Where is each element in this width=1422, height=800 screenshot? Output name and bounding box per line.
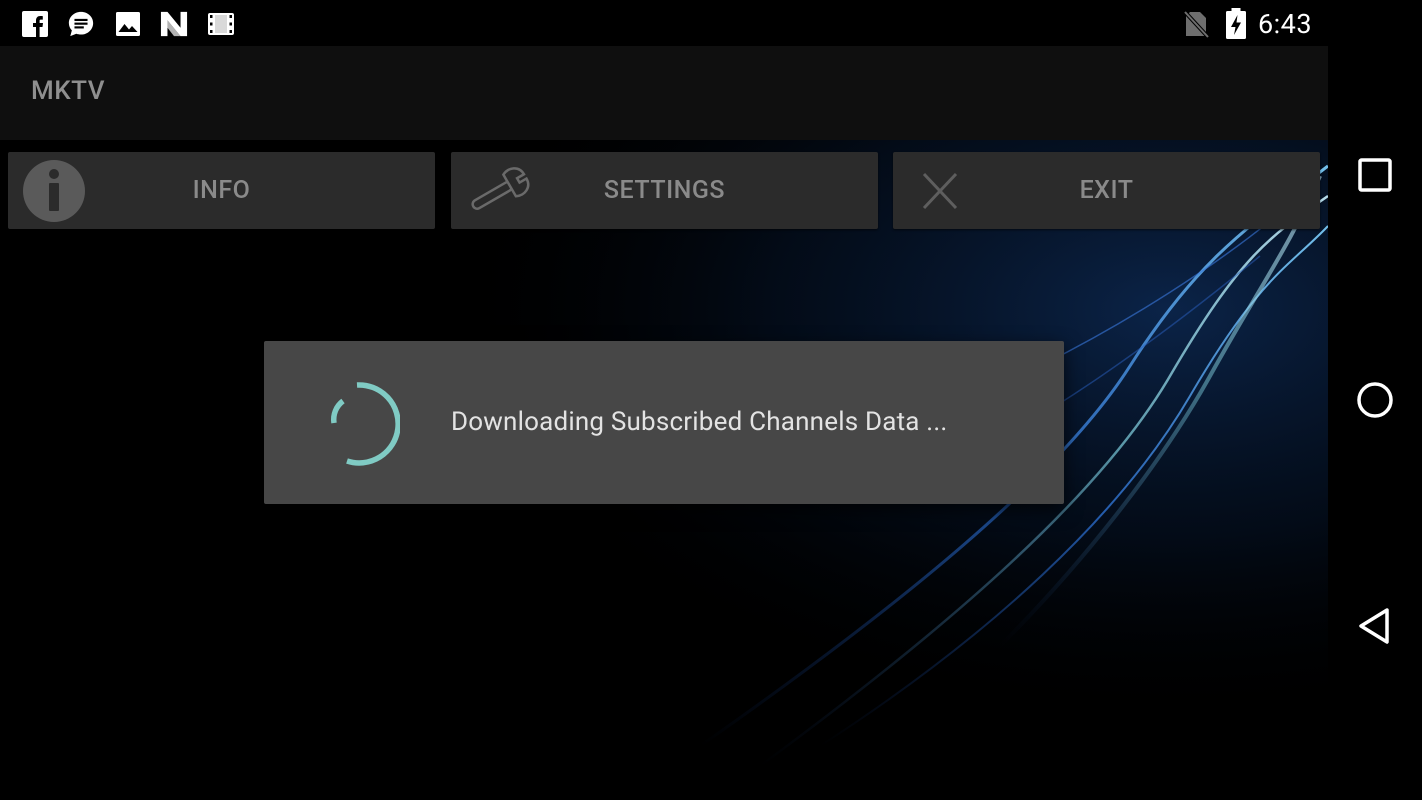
navigation-bar <box>1328 0 1422 800</box>
no-sim-icon <box>1182 10 1210 38</box>
n-notification-icon <box>160 10 188 38</box>
message-icon <box>67 10 95 38</box>
settings-button[interactable]: SETTINGS <box>451 152 878 229</box>
film-icon <box>207 10 235 38</box>
settings-button-label: SETTINGS <box>603 176 726 205</box>
action-bar: MKTV <box>0 46 1328 140</box>
back-icon[interactable] <box>1351 602 1399 650</box>
recents-icon[interactable] <box>1351 151 1399 199</box>
exit-button-label: EXIT <box>1079 176 1134 205</box>
status-bar: 6:43 <box>0 0 1328 46</box>
exit-button[interactable]: EXIT <box>893 152 1320 229</box>
progress-message: Downloading Subscribed Channels Data ... <box>451 407 948 437</box>
progress-dialog: Downloading Subscribed Channels Data ... <box>264 341 1064 504</box>
app-title: MKTV <box>31 76 105 106</box>
app-window: MKTV INFO SETTINGS EXIT Downloading Subs… <box>0 46 1328 800</box>
battery-charging-icon <box>1222 8 1250 39</box>
info-button[interactable]: INFO <box>8 152 435 229</box>
info-button-label: INFO <box>192 176 251 205</box>
device-screen: 6:43 MKTV INFO SETTINGS EXIT Downloading… <box>0 0 1422 800</box>
facebook-icon <box>21 10 49 38</box>
home-icon[interactable] <box>1351 376 1399 424</box>
image-icon <box>114 10 142 38</box>
loading-spinner-icon <box>314 381 401 467</box>
status-time: 6:43 <box>1257 8 1312 40</box>
